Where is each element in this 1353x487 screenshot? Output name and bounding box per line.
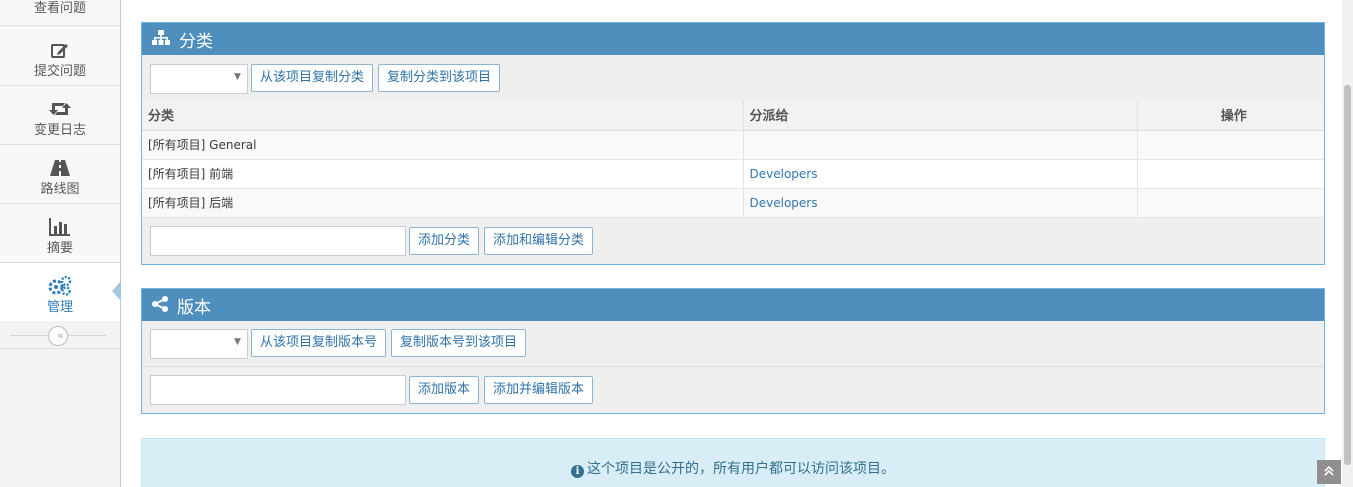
table-row: [所有项目] General <box>142 130 1324 160</box>
sidebar-item-submit-issue[interactable]: 提交问题 <box>0 27 120 86</box>
copy-categories-from-button[interactable]: 从该项目复制分类 <box>251 64 374 92</box>
add-version-bar: 添加版本 添加并编辑版本 <box>142 367 1324 413</box>
sitemap-icon <box>152 29 170 49</box>
add-version-button[interactable]: 添加版本 <box>409 376 480 404</box>
actions-cell <box>1137 130 1324 160</box>
sidebar-item-label: 查看问题 <box>33 1 86 16</box>
road-icon <box>0 159 120 177</box>
assigned-link[interactable]: Developers <box>750 167 818 181</box>
add-category-button[interactable]: 添加分类 <box>409 226 480 255</box>
sidebar-item-view-issues[interactable]: 查看问题 <box>0 0 120 26</box>
share-icon <box>152 295 168 315</box>
table-row: [所有项目] 前端 Developers <box>142 159 1324 189</box>
page-scrollbar[interactable] <box>1342 0 1353 487</box>
assigned-link[interactable]: Developers <box>750 196 818 210</box>
category-cell: [所有项目] 前端 <box>142 159 744 189</box>
bar-chart-icon <box>0 218 120 236</box>
assigned-cell: Developers <box>743 159 1138 189</box>
actions-cell <box>1137 188 1324 218</box>
versions-title: 版本 <box>177 297 211 318</box>
table-header-row: 分类 分派给 操作 <box>142 100 1324 131</box>
scrollbar-thumb[interactable] <box>1344 85 1351 465</box>
sidebar-item-summary[interactable]: 摘要 <box>0 204 120 263</box>
notice-text: 这个项目是公开的，所有用户都可以访问该项目。 <box>587 461 895 477</box>
sidebar-item-label: 路线图 <box>40 182 80 197</box>
retweet-icon <box>0 100 120 118</box>
add-edit-category-button[interactable]: 添加和编辑分类 <box>484 226 594 255</box>
category-cell: [所有项目] 后端 <box>142 188 744 218</box>
collapse-sidebar-button[interactable]: « <box>48 326 68 346</box>
add-edit-version-button[interactable]: 添加并编辑版本 <box>484 376 594 404</box>
gears-icon <box>0 276 120 296</box>
sidebar-item-label: 变更日志 <box>33 123 86 138</box>
sidebar-item-label: 摘要 <box>46 241 73 256</box>
categories-panel: 分类 ▼ 从该项目复制分类 复制分类到该项目 分类 分派给 操作 [所有项目] … <box>141 22 1325 265</box>
assigned-cell <box>743 130 1138 160</box>
copy-versions-to-button[interactable]: 复制版本号到该项目 <box>391 329 527 357</box>
sidebar-item-manage[interactable]: 管理 <box>0 263 121 322</box>
column-header-actions: 操作 <box>1137 100 1324 131</box>
new-category-input[interactable] <box>150 225 406 256</box>
new-version-input[interactable] <box>150 375 406 405</box>
sidebar: 查看问题 提交问题 变更日志 路线图 摘要 管理 « <box>0 0 121 487</box>
column-header-assigned: 分派给 <box>743 100 1138 131</box>
versions-toolbar: ▼ 从该项目复制版本号 复制版本号到该项目 <box>142 321 1324 367</box>
assigned-cell: Developers <box>743 188 1138 218</box>
column-header-category: 分类 <box>142 100 744 131</box>
sidebar-item-label: 管理 <box>46 300 73 315</box>
category-cell: [所有项目] General <box>142 130 744 160</box>
info-icon: i <box>571 465 584 478</box>
copy-versions-from-button[interactable]: 从该项目复制版本号 <box>251 329 387 357</box>
scroll-to-top-button[interactable] <box>1317 460 1341 484</box>
double-chevron-up-icon <box>1324 465 1334 476</box>
sidebar-item-roadmap[interactable]: 路线图 <box>0 145 120 204</box>
project-select[interactable] <box>150 329 248 359</box>
sidebar-collapse-bar: « <box>0 321 120 349</box>
categories-toolbar: ▼ 从该项目复制分类 复制分类到该项目 <box>142 55 1324 100</box>
table-row: [所有项目] 后端 Developers <box>142 188 1324 218</box>
sidebar-item-changelog[interactable]: 变更日志 <box>0 86 120 145</box>
sidebar-item-label: 提交问题 <box>33 64 86 79</box>
edit-icon <box>0 41 120 59</box>
add-category-bar: 添加分类 添加和编辑分类 <box>142 217 1324 264</box>
categories-table: 分类 分派给 操作 [所有项目] General [所有项目] 前端 Devel… <box>142 100 1324 218</box>
categories-title: 分类 <box>179 31 213 52</box>
public-project-notice: i 这个项目是公开的，所有用户都可以访问该项目。 <box>141 438 1325 487</box>
versions-header: 版本 <box>142 289 1324 321</box>
copy-categories-to-button[interactable]: 复制分类到该项目 <box>378 64 501 92</box>
categories-header: 分类 <box>142 23 1324 55</box>
actions-cell <box>1137 159 1324 189</box>
project-select[interactable] <box>150 64 248 94</box>
versions-panel: 版本 ▼ 从该项目复制版本号 复制版本号到该项目 添加版本 添加并编辑版本 <box>141 288 1325 414</box>
